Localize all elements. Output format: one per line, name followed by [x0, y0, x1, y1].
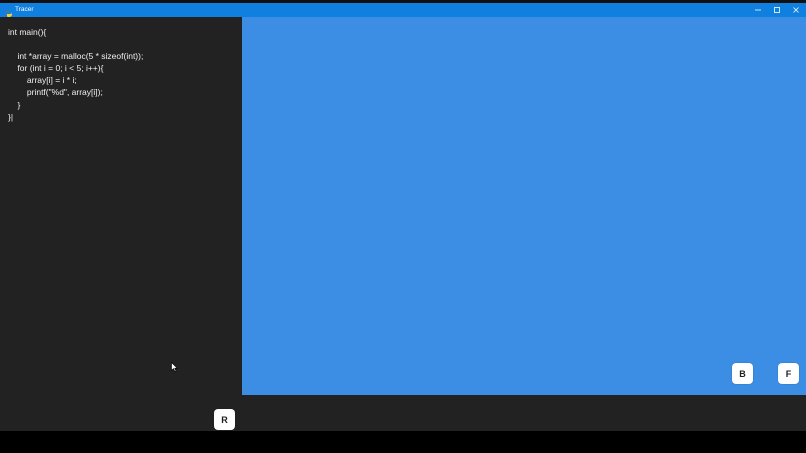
close-icon: [793, 7, 799, 13]
app-window: Tracer int main(){ int *array = malloc(5…: [0, 0, 806, 453]
maximize-icon: [774, 7, 780, 13]
code-line: int main(){: [8, 27, 47, 37]
visualization-canvas[interactable]: [242, 17, 806, 395]
screen-bottom-edge: [0, 431, 806, 453]
maximize-button[interactable]: [768, 3, 786, 17]
python-icon: [4, 5, 13, 17]
close-button[interactable]: [787, 3, 805, 17]
bottom-panel: [242, 395, 806, 431]
reset-button[interactable]: R: [214, 409, 235, 430]
minimize-button[interactable]: [749, 3, 767, 17]
window-title: Tracer: [15, 6, 34, 13]
forward-button[interactable]: F: [778, 363, 799, 384]
code-line: }: [8, 99, 21, 110]
code-line: for (int i = 0; i < 5; i++){: [8, 63, 104, 74]
code-line: }|: [8, 111, 14, 122]
code-line: array[i] = i * i;: [8, 75, 77, 86]
code-panel[interactable]: int main(){ int *array = malloc(5 * size…: [0, 17, 242, 431]
title-bar[interactable]: Tracer: [0, 3, 806, 17]
code-line: printf("%d", array[i]);: [8, 87, 103, 98]
code-listing[interactable]: int main(){ int *array = malloc(5 * size…: [8, 26, 143, 123]
mouse-pointer-icon: [171, 362, 178, 372]
minimize-icon: [755, 9, 761, 11]
code-line: int *array = malloc(5 * sizeof(int));: [8, 51, 144, 62]
back-button[interactable]: B: [732, 363, 753, 384]
